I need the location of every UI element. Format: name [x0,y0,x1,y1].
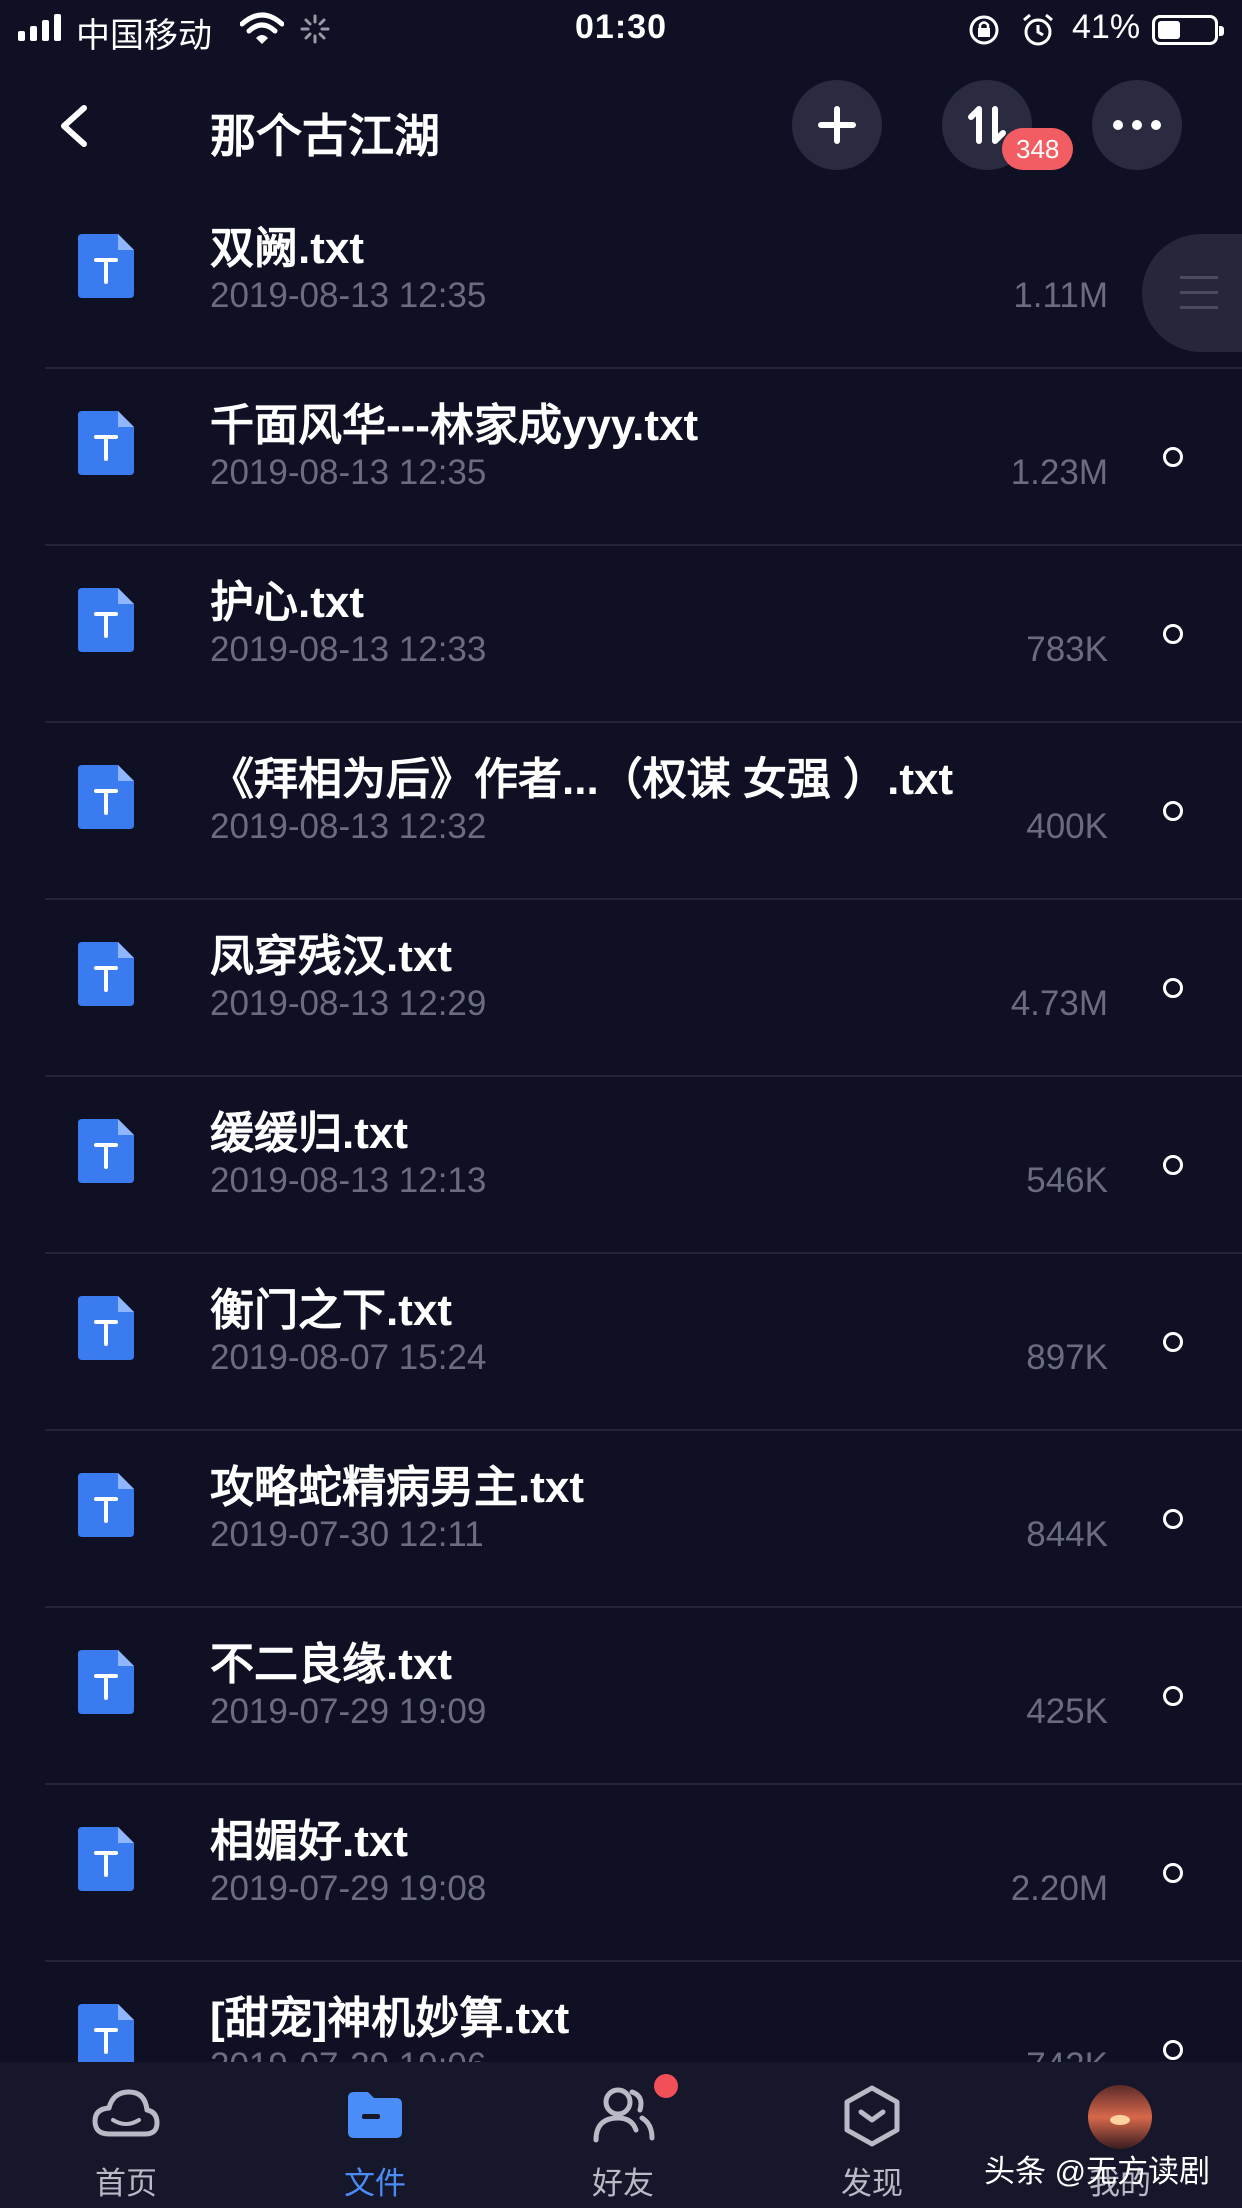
file-name: 凤穿残汉.txt [210,932,452,981]
more-button[interactable] [1092,80,1182,170]
text-file-icon [78,588,134,652]
text-file-icon [78,234,134,298]
alarm-icon [1023,13,1053,46]
file-size: 1.23M [1010,453,1108,492]
file-row[interactable]: 千面风华---林家成yyy.txt 2019-08-13 12:35 1.23M [0,369,1242,546]
fast-scroll-handle[interactable] [1142,234,1242,352]
select-radio[interactable] [1163,801,1183,821]
file-name: 双阙.txt [210,224,364,273]
file-row[interactable]: 不二良缘.txt 2019-07-29 19:09 425K [0,1608,1242,1785]
battery-percent: 41% [1072,8,1141,46]
avatar [1088,2085,1152,2149]
file-size: 783K [1026,630,1108,669]
file-name: [甜宠]神机妙算.txt [210,1994,570,2043]
cloud-icon [92,2089,160,2137]
text-file-icon [78,1119,134,1183]
file-date: 2019-08-13 12:29 [210,984,487,1023]
rotation-lock-icon [969,15,999,45]
select-radio[interactable] [1163,1509,1183,1529]
file-size: 546K [1026,1161,1108,1200]
file-size: 1.11M [1013,276,1108,315]
file-size: 742K [1026,2046,1108,2062]
file-size: 844K [1026,1515,1108,1554]
text-file-icon [78,1650,134,1714]
file-row[interactable]: [甜宠]神机妙算.txt 2019-07-29 19:06 742K [0,1962,1242,2062]
file-row[interactable]: 凤穿残汉.txt 2019-08-13 12:29 4.73M [0,900,1242,1077]
file-row[interactable]: 双阙.txt 2019-08-13 12:35 1.11M [0,192,1242,369]
text-file-icon [78,942,134,1006]
file-row[interactable]: 衡门之下.txt 2019-08-07 15:24 897K [0,1254,1242,1431]
tab-home-label: 首页 [95,2166,157,2201]
battery-icon [1152,15,1224,45]
file-date: 2019-08-13 12:35 [210,453,487,492]
add-button[interactable] [792,80,882,170]
file-size: 2.20M [1010,1869,1108,1908]
select-radio[interactable] [1163,1686,1183,1706]
text-file-icon [78,1473,134,1537]
tab-files[interactable]: 文件 [295,2062,455,2208]
text-file-icon [78,2004,134,2062]
select-radio[interactable] [1163,1863,1183,1883]
tab-discover-label: 发现 [841,2166,903,2201]
discover-icon [844,2085,900,2147]
nav-header: 那个古江湖 348 [0,62,1242,192]
file-name: 缓缓归.txt [210,1109,408,1158]
tab-discover[interactable]: 发现 [792,2062,952,2208]
file-size: 425K [1026,1692,1108,1731]
file-row[interactable]: 相媚好.txt 2019-07-29 19:08 2.20M [0,1785,1242,1962]
text-file-icon [78,1296,134,1360]
file-name: 攻略蛇精病男主.txt [210,1463,584,1512]
file-row[interactable]: 护心.txt 2019-08-13 12:33 783K [0,546,1242,723]
file-date: 2019-07-29 19:06 [210,2046,486,2062]
select-radio[interactable] [1163,1332,1183,1352]
file-name: 《拜相为后》作者...（权谋 女强 ）.txt [210,755,954,804]
file-date: 2019-08-13 12:35 [210,276,487,315]
back-arrow-icon[interactable] [50,98,100,154]
plus-icon [818,106,856,144]
select-radio[interactable] [1163,978,1183,998]
file-size: 897K [1026,1338,1108,1377]
file-name: 相媚好.txt [210,1817,408,1866]
file-date: 2019-08-13 12:33 [210,630,487,669]
tab-home[interactable]: 首页 [46,2062,206,2208]
select-radio[interactable] [1163,1155,1183,1175]
file-name: 护心.txt [210,578,364,627]
file-row[interactable]: 攻略蛇精病男主.txt 2019-07-30 12:11 844K [0,1431,1242,1608]
transfer-count-badge: 348 [1002,128,1074,170]
file-date: 2019-07-29 19:09 [210,1692,487,1731]
tab-files-label: 文件 [344,2166,406,2201]
more-dots-icon [1113,120,1161,130]
friends-icon [593,2087,655,2143]
file-date: 2019-07-30 12:11 [210,1515,484,1554]
file-name: 千面风华---林家成yyy.txt [210,401,699,450]
file-date: 2019-08-07 15:24 [210,1338,487,1377]
file-list[interactable]: 双阙.txt 2019-08-13 12:35 1.11M 千面风华---林家成yyy… [0,192,1242,2062]
select-radio[interactable] [1163,2040,1183,2060]
file-row[interactable]: 缓缓归.txt 2019-08-13 12:13 546K [0,1077,1242,1254]
file-name: 不二良缘.txt [210,1640,452,1689]
tab-friends-label: 好友 [592,2166,654,2201]
status-bar: 中国移动 01:30 41% [0,0,1242,62]
file-name: 衡门之下.txt [210,1286,452,1335]
file-date: 2019-07-29 19:08 [210,1869,487,1908]
select-radio[interactable] [1163,447,1183,467]
file-size: 400K [1026,807,1108,846]
text-file-icon [78,411,134,475]
watermark: 头条 @无方读剧 [984,2154,1211,2189]
file-date: 2019-08-13 12:32 [210,807,487,846]
friends-notification-dot [654,2074,678,2098]
select-radio[interactable] [1163,624,1183,644]
text-file-icon [78,765,134,829]
page-title: 那个古江湖 [210,110,440,162]
file-date: 2019-08-13 12:13 [210,1161,487,1200]
file-row[interactable]: 《拜相为后》作者...（权谋 女强 ）.txt 2019-08-13 12:32 4… [0,723,1242,900]
text-file-icon [78,1827,134,1891]
tab-friends[interactable]: 好友 [543,2062,703,2208]
folder-icon [348,2092,402,2138]
file-size: 4.73M [1010,984,1108,1023]
